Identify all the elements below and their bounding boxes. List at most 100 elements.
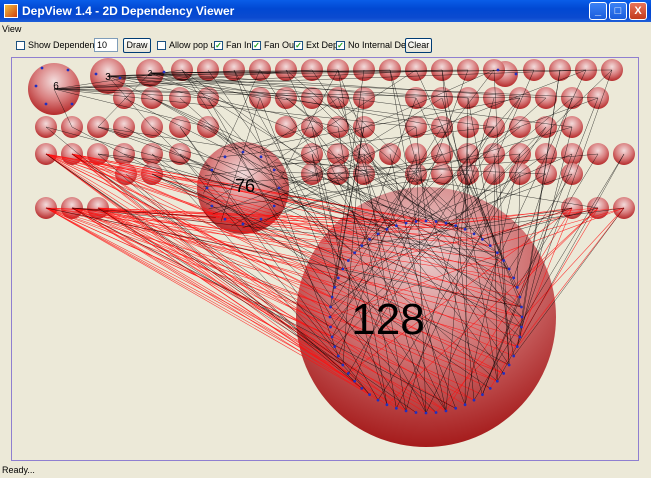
toolbar: Show Dependency Draw Allow pop up ✓ Fan … — [0, 37, 651, 55]
port-dot — [520, 315, 524, 319]
edge-black — [149, 72, 443, 128]
port-dot — [329, 305, 332, 309]
port-dot — [444, 221, 448, 225]
port-dot — [341, 363, 345, 367]
port-dot — [512, 354, 516, 358]
depth-input[interactable] — [94, 38, 118, 52]
port-dot — [353, 251, 357, 255]
port-dot — [376, 398, 380, 402]
port-dot — [434, 220, 438, 223]
dependency-graph[interactable]: 128 76 6 3 2 — [12, 58, 638, 460]
port-dot — [336, 276, 340, 280]
clear-button[interactable]: Clear — [405, 38, 432, 53]
allow-popup-checkbox[interactable] — [157, 41, 166, 50]
close-button[interactable]: X — [629, 2, 647, 20]
port-dot — [404, 409, 408, 413]
allow-popup-label: Allow pop up — [169, 40, 221, 50]
port-dot — [376, 232, 380, 236]
port-dot — [496, 68, 500, 72]
port-dot — [330, 335, 334, 339]
port-dot — [210, 168, 214, 172]
show-dependency-checkbox[interactable] — [16, 41, 25, 50]
port-dot — [472, 398, 476, 402]
ext-dep-label: Ext Dep — [306, 40, 339, 50]
port-dot — [454, 406, 458, 410]
port-dot — [368, 393, 371, 397]
port-dot — [259, 217, 263, 221]
port-dot — [414, 411, 418, 414]
port-dot — [162, 70, 166, 74]
port-dot — [502, 372, 506, 375]
port-dot — [518, 295, 522, 299]
port-dot — [40, 66, 44, 70]
port-dot — [481, 237, 484, 241]
status-bar: Ready... — [2, 465, 35, 475]
port-dot — [404, 221, 408, 225]
port-dot — [488, 244, 492, 248]
port-dot — [495, 251, 499, 255]
minimize-button[interactable]: _ — [589, 2, 607, 20]
port-dot — [241, 150, 245, 154]
port-dot — [360, 386, 364, 390]
menu-bar: View — [2, 24, 21, 36]
port-dot — [44, 102, 48, 106]
node-label-2: 2 — [148, 69, 153, 78]
port-dot — [488, 386, 492, 390]
port-dot — [385, 227, 389, 231]
port-dot — [277, 186, 281, 190]
port-dot — [241, 222, 245, 226]
port-dot — [336, 354, 340, 358]
port-dot — [66, 68, 70, 72]
port-dot — [330, 295, 334, 299]
port-dot — [424, 411, 428, 415]
node-label-3: 3 — [105, 72, 111, 83]
port-dot — [394, 406, 398, 410]
port-dot — [368, 237, 371, 241]
port-dot — [515, 345, 519, 349]
app-icon — [4, 4, 18, 18]
port-dot — [472, 232, 476, 236]
port-dot — [94, 72, 98, 76]
port-dot — [118, 76, 122, 80]
port-dot — [507, 363, 511, 367]
port-dot — [223, 217, 227, 221]
port-dot — [463, 227, 467, 231]
node-label-6: 6 — [53, 81, 59, 92]
port-dot — [495, 379, 499, 383]
port-dot — [463, 403, 467, 407]
node-layer — [28, 58, 635, 447]
fan-out-checkbox[interactable]: ✓ — [252, 41, 261, 50]
port-dot — [259, 155, 263, 159]
port-dot — [515, 285, 519, 289]
port-dot — [385, 403, 389, 407]
maximize-button[interactable]: □ — [609, 2, 627, 20]
port-dot — [223, 155, 227, 159]
port-dot — [34, 84, 38, 88]
port-dot — [205, 186, 209, 190]
port-dot — [346, 372, 350, 375]
fan-in-checkbox[interactable]: ✓ — [214, 41, 223, 50]
fan-out-label: Fan Out — [264, 40, 297, 50]
port-dot — [272, 204, 276, 208]
draw-button[interactable]: Draw — [123, 38, 151, 53]
fan-in-label: Fan In — [226, 40, 252, 50]
port-dot — [360, 244, 364, 248]
port-dot — [518, 335, 522, 339]
port-dot — [444, 409, 448, 413]
title-bar: DepView 1.4 - 2D Dependency Viewer _ □ X — [0, 0, 651, 22]
port-dot — [414, 220, 418, 223]
port-dot — [333, 345, 337, 349]
port-dot — [454, 224, 458, 228]
port-dot — [341, 267, 345, 271]
port-dot — [520, 325, 523, 329]
port-dot — [394, 224, 398, 228]
port-dot — [329, 325, 332, 329]
no-internal-dep-label: No Internal Dep — [348, 40, 412, 50]
no-internal-dep-checkbox[interactable]: ✓ — [336, 41, 345, 50]
node-label-128: 128 — [351, 295, 424, 344]
port-dot — [507, 267, 511, 271]
menu-view[interactable]: View — [2, 24, 21, 34]
port-dot — [434, 411, 438, 414]
dependency-canvas[interactable]: 128 76 6 3 2 — [11, 57, 639, 461]
ext-dep-checkbox[interactable]: ✓ — [294, 41, 303, 50]
